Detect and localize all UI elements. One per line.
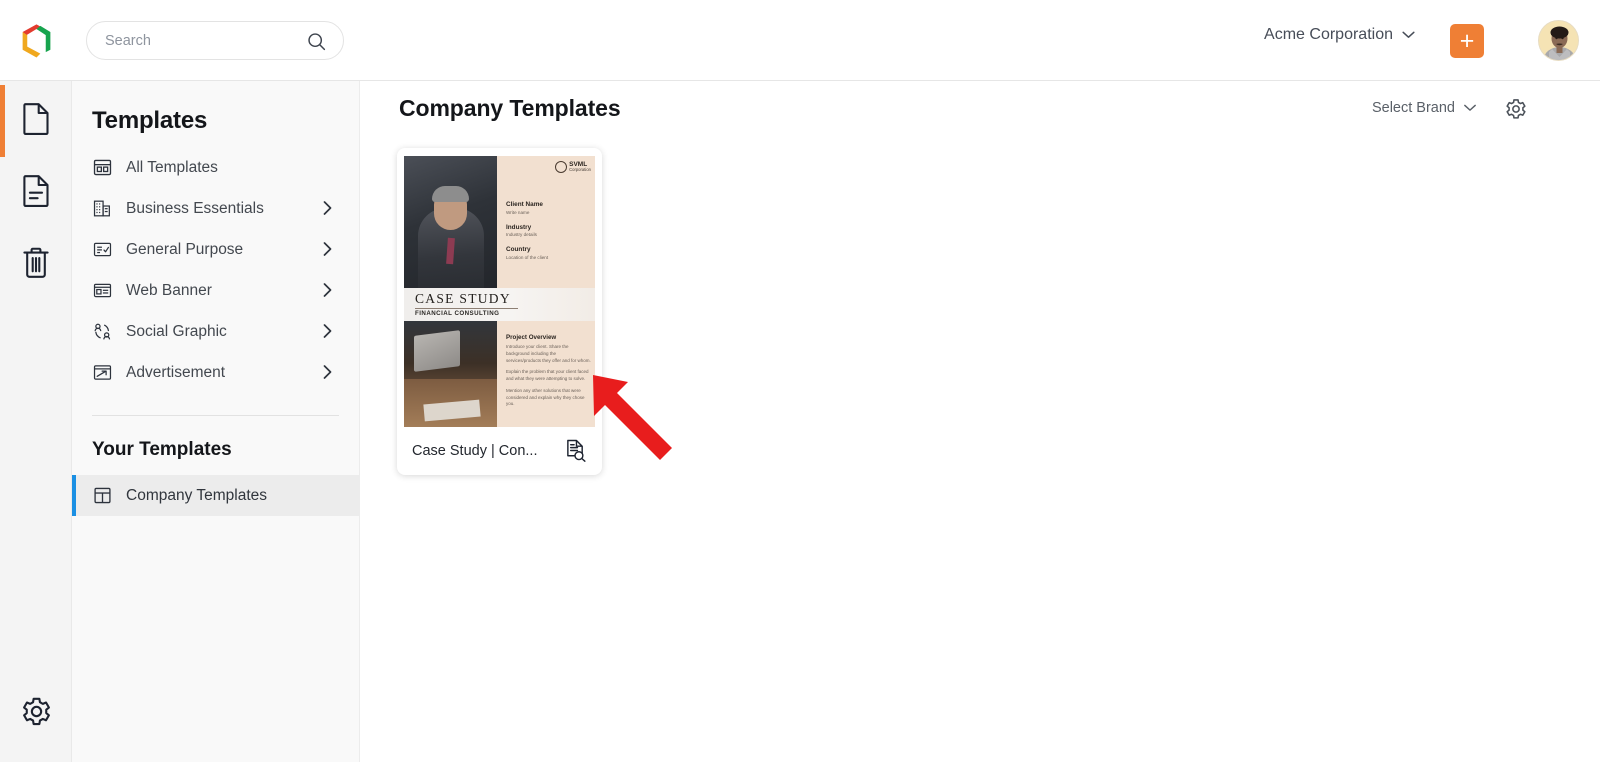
search-icon[interactable] (306, 31, 327, 57)
overview-paragraph: Introduce your client. Share the backgro… (506, 344, 591, 363)
sidebar-item-label: Advertisement (126, 363, 226, 381)
gear-icon (21, 696, 52, 732)
social-graphic-icon (91, 321, 113, 343)
overview-paragraph: Mention any other solutions that were co… (506, 387, 585, 407)
settings-button[interactable] (1505, 98, 1527, 125)
chevron-down-icon (1464, 100, 1476, 116)
app-window: Acme Corporation + (0, 0, 1600, 762)
sidebar-item-label: All Templates (126, 158, 218, 176)
sidebar-item-advertisement[interactable]: Advertisement (72, 352, 359, 393)
thumbnail-heading: CASE STUDY (415, 291, 511, 306)
organization-name: Acme Corporation (1264, 26, 1393, 43)
thumbnail-fields: Client Name Write name Industry Industry… (506, 201, 592, 269)
building-icon (91, 198, 113, 220)
thumbnail-logo-sub: Corporation (569, 167, 591, 173)
svml-logo-icon: SVML Corporation (555, 161, 591, 173)
document-lines-icon (22, 174, 51, 212)
thumbnail-subheading: FINANCIAL CONSULTING (415, 310, 500, 317)
field-value: Industry details (506, 232, 537, 237)
chevron-down-icon (1402, 26, 1415, 44)
add-button[interactable]: + (1450, 24, 1484, 58)
template-card[interactable]: SVML Corporation Client Name Write name … (397, 148, 602, 475)
chevron-right-icon (323, 283, 332, 302)
sidebar-item-label: Business Essentials (126, 199, 264, 217)
brand-selector-label: Select Brand (1371, 100, 1455, 116)
company-templates-icon (91, 485, 113, 507)
field-value: Location of the client (506, 254, 549, 260)
field-label: Industry (506, 223, 532, 231)
gear-icon (1505, 99, 1527, 124)
web-banner-icon (91, 280, 113, 302)
thumbnail-field: Client Name Write name (506, 201, 592, 215)
search-box[interactable] (86, 21, 344, 60)
template-thumbnail: SVML Corporation Client Name Write name … (404, 156, 595, 427)
search-input[interactable] (105, 25, 290, 56)
brand-selector[interactable]: Select Brand (1372, 100, 1476, 116)
sidebar-item-label: Company Templates (126, 486, 268, 504)
advertisement-icon (91, 362, 113, 384)
thumbnail-field: Country Location of the client (506, 246, 592, 260)
icon-rail (0, 81, 72, 762)
content-header: Company Templates Select Brand (360, 81, 1600, 143)
your-templates-list: Company Templates (72, 475, 359, 516)
overview-paragraph: Explain the problem that your client fac… (506, 369, 589, 381)
sidebar-divider (92, 415, 339, 416)
template-card-footer: Case Study | Con... (397, 427, 602, 475)
field-label: Country (506, 246, 531, 253)
blank-document-icon (22, 102, 51, 140)
grid-layout-icon (91, 157, 113, 179)
trash-icon (21, 246, 51, 284)
document-preview-icon[interactable] (565, 439, 586, 467)
avatar[interactable] (1538, 20, 1579, 61)
plus-icon: + (1459, 27, 1475, 55)
sidebar-nav-list: All Templates Business Essentials Genera… (72, 147, 359, 393)
thumbnail-overview: Project Overview Introduce your client. … (506, 334, 592, 413)
chevron-right-icon (323, 242, 332, 261)
sidebar-item-label: General Purpose (126, 240, 244, 258)
sidebar-item-company-templates[interactable]: Company Templates (72, 475, 359, 516)
field-value: Write name (506, 209, 530, 215)
sidebar-item-general-purpose[interactable]: General Purpose (72, 229, 359, 270)
sidebar-item-label: Web Banner (126, 281, 212, 299)
chevron-right-icon (323, 201, 332, 220)
thumbnail-title-band: CASE STUDY FINANCIAL CONSULTING (404, 288, 595, 321)
rail-item-settings[interactable] (0, 678, 72, 750)
rail-item-documents[interactable] (0, 157, 72, 229)
top-bar: Acme Corporation + (0, 0, 1600, 81)
sidebar-item-label: Social Graphic (126, 322, 227, 340)
sidebar-item-web-banner[interactable]: Web Banner (72, 270, 359, 311)
app-logo-icon[interactable] (18, 22, 55, 59)
sidebar-title: Templates (92, 107, 208, 134)
overview-title: Project Overview (506, 334, 557, 341)
checklist-icon (91, 239, 113, 261)
sidebar-item-social-graphic[interactable]: Social Graphic (72, 311, 359, 352)
your-templates-heading: Your Templates (92, 439, 232, 460)
sidebar-item-business-essentials[interactable]: Business Essentials (72, 188, 359, 229)
sidebar-item-all-templates[interactable]: All Templates (72, 147, 359, 188)
organization-selector[interactable]: Acme Corporation (1264, 26, 1415, 44)
thumbnail-field: Industry Industry details (506, 224, 592, 238)
rail-item-designs[interactable] (0, 85, 72, 157)
chevron-right-icon (323, 365, 332, 384)
rail-item-trash[interactable] (0, 229, 72, 301)
sidebar: Templates All Templates Business Essenti… (72, 81, 360, 762)
template-card-name: Case Study | Con... (412, 443, 538, 459)
page-title: Company Templates (399, 95, 621, 121)
businessman-photo (404, 156, 497, 288)
desk-photo (404, 321, 497, 427)
chevron-right-icon (323, 324, 332, 343)
field-label: Client Name (506, 201, 543, 208)
